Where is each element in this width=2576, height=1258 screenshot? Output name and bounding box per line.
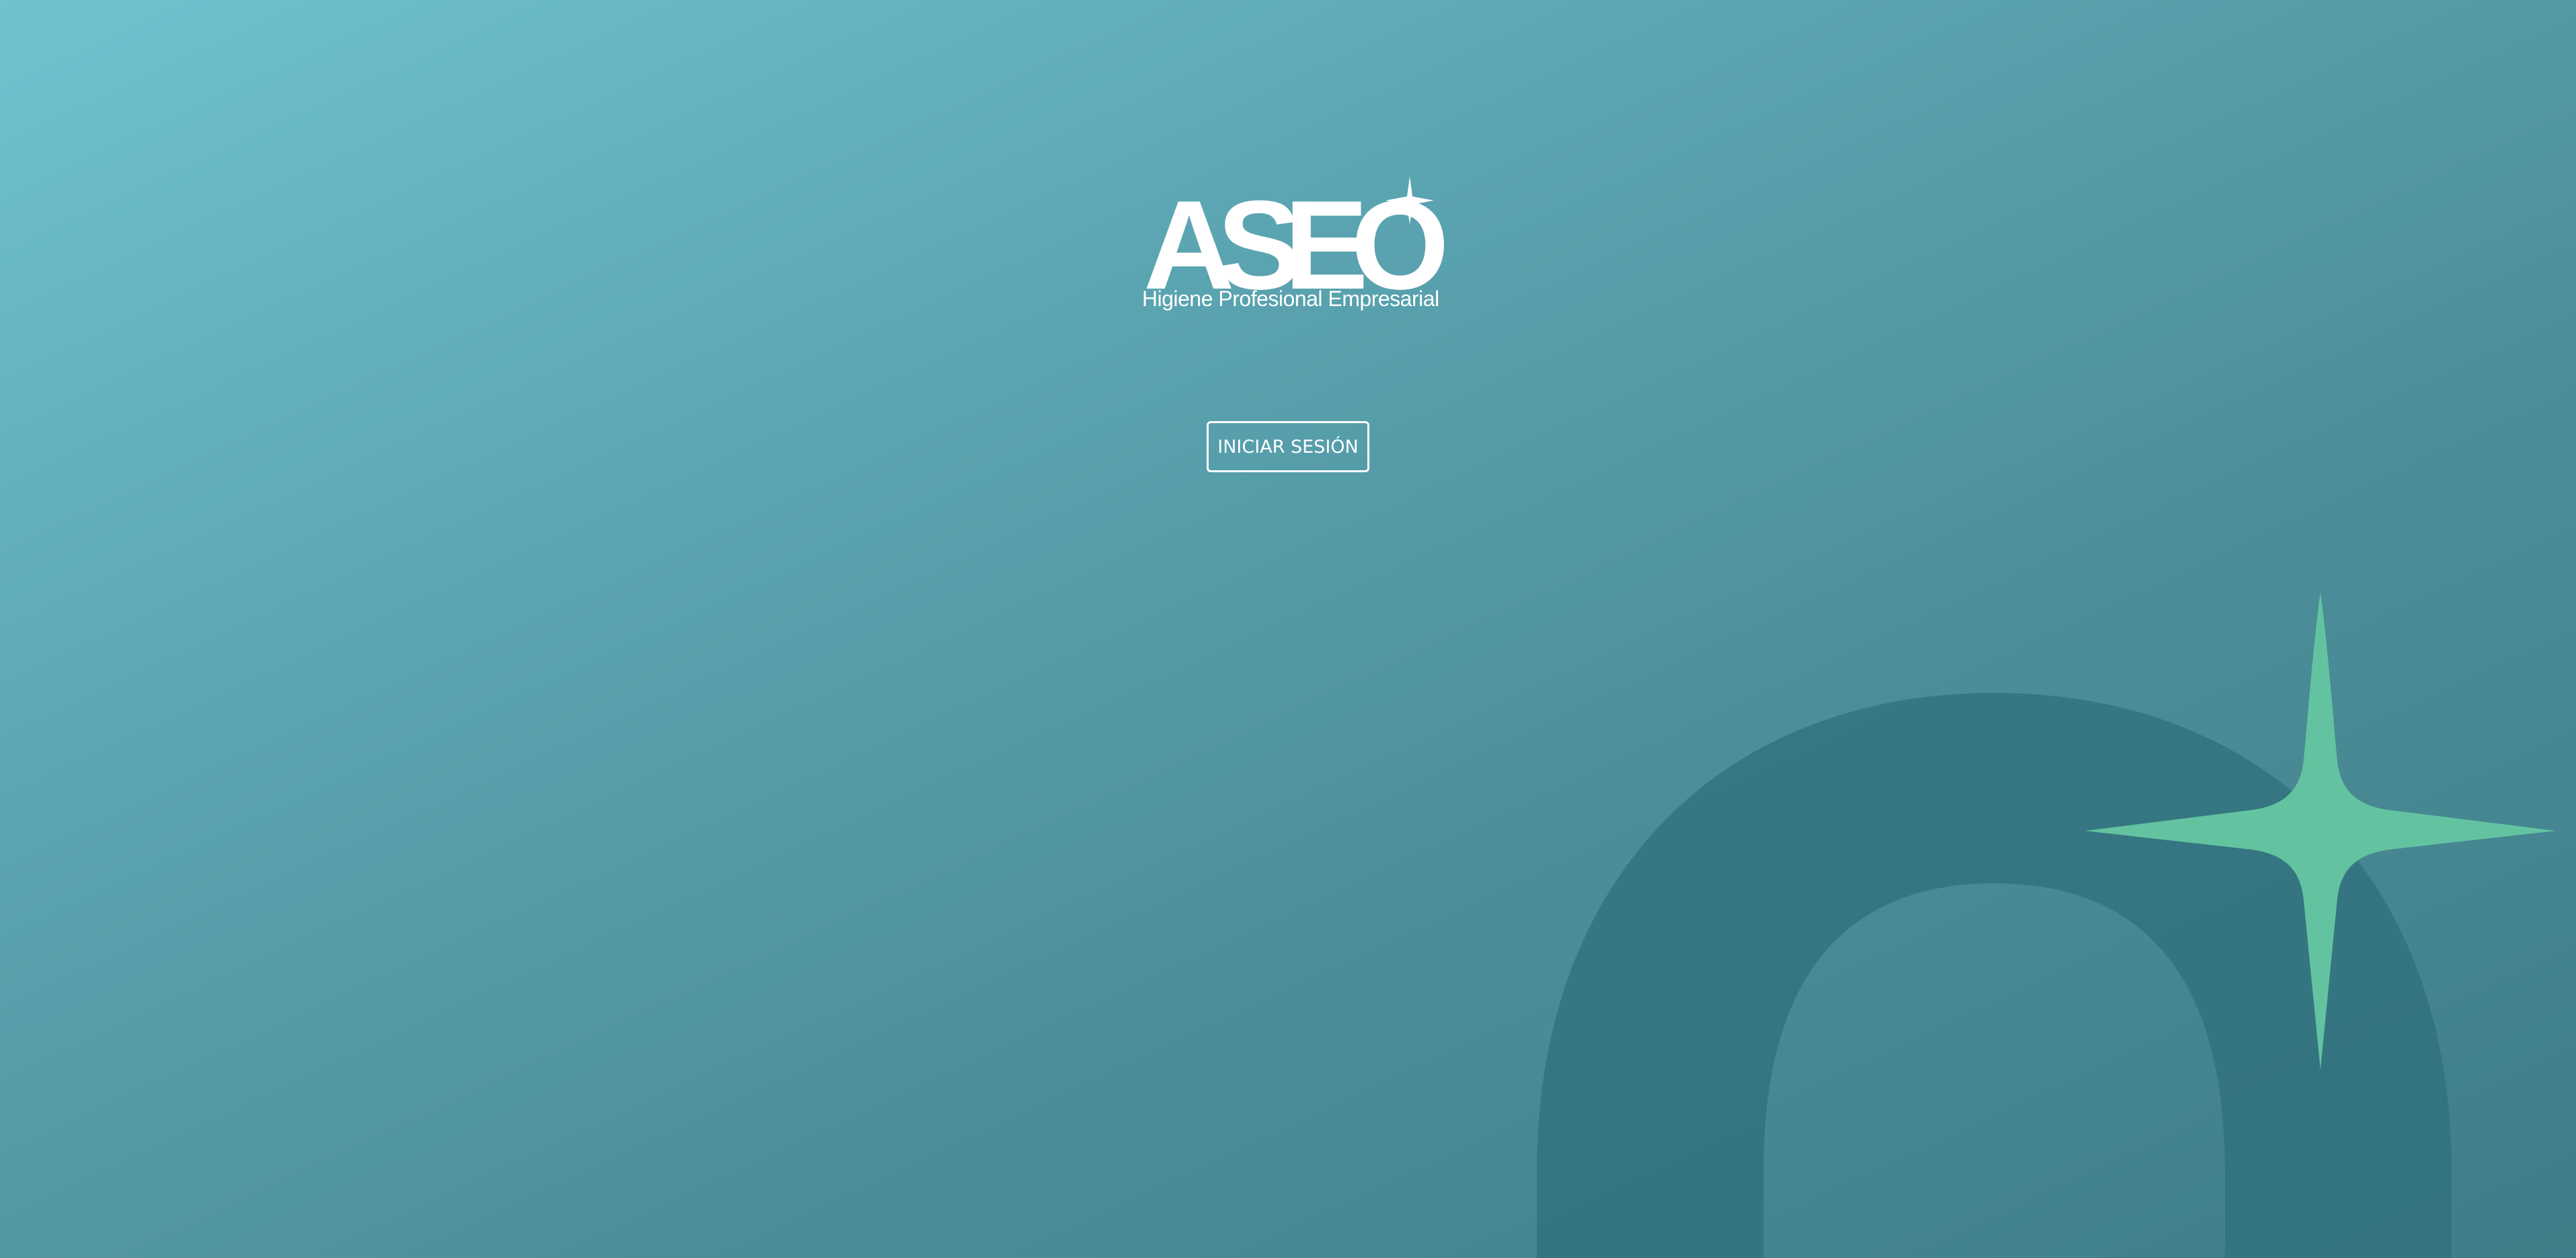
decorative-o-shape (1537, 693, 2452, 1258)
logo-sparkle-icon (1386, 176, 1434, 225)
sparkle-icon-large (2085, 592, 2556, 1070)
brand-tagline: Higiene Profesional Empresarial (1142, 287, 1439, 311)
login-button[interactable]: INICIAR SESIÓN (1207, 421, 1369, 472)
